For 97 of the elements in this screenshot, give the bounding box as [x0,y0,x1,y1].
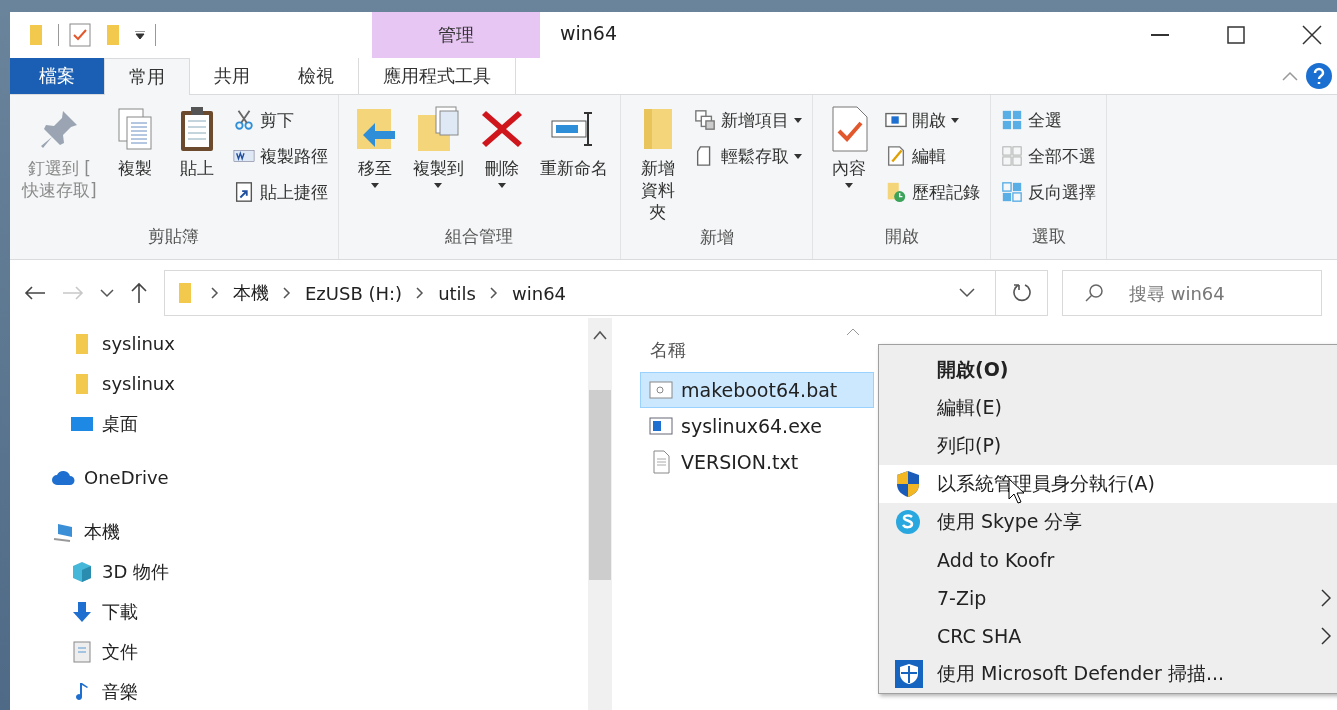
nav-item[interactable]: 下載 [10,592,138,632]
ribbon-button[interactable]: 貼上 [168,103,225,226]
menu-item[interactable]: 使用 Microsoft Defender 掃描... [879,655,1337,693]
caret-icon [794,117,803,123]
ribbon-button[interactable]: 貼上捷徑 [230,177,330,208]
up-arrow-icon[interactable] [130,282,148,305]
group-label: 新增 [698,225,735,249]
download-icon [70,600,94,624]
select-all-icon [1001,109,1024,132]
breadcrumb[interactable]: utils [438,282,476,304]
breadcrumb[interactable]: 本機 [233,281,269,306]
chevron-icon [490,287,498,300]
ribbon-button[interactable]: 剪下 [230,105,330,136]
back-arrow-icon[interactable] [24,285,46,302]
chevron-down-icon[interactable] [100,288,114,299]
scroll-thumb[interactable] [589,390,611,580]
invert-selection-icon [1001,181,1024,204]
file-item[interactable]: syslinux64.exe [640,408,874,444]
menu-item[interactable]: 編輯(E) [879,389,1337,427]
window-title: win64 [559,21,619,46]
window-icon [649,414,673,438]
refresh-button[interactable] [996,270,1048,317]
ribbon-button[interactable]: 複製路徑 [230,141,330,172]
file-item[interactable]: VERSION.txt [640,444,874,480]
history-icon [885,181,908,204]
caret-icon [794,153,803,159]
dropdown-icon[interactable] [135,30,145,39]
maximize-icon[interactable] [1227,25,1245,44]
nav-item[interactable]: OneDrive [10,458,169,498]
skype-icon [895,509,921,535]
caret-icon [434,183,443,189]
close-icon[interactable] [1302,24,1322,45]
ribbon-button[interactable]: 新增資料夾 [628,103,687,226]
ribbon-button[interactable]: 刪除 [473,103,530,226]
cube-icon [70,560,94,584]
column-header[interactable]: 名稱 [640,338,686,362]
shield-icon [895,470,921,498]
new-item-icon [694,109,717,132]
ribbon-button[interactable]: 複製到 [408,103,468,226]
breadcrumb[interactable]: EzUSB (H:) [305,282,403,304]
group-label: 開啟 [883,225,920,249]
ribbon-button[interactable]: 重新命名 [535,103,612,226]
nav-item[interactable]: 文件 [10,632,138,672]
menu-item[interactable]: 開啟(O) [879,351,1337,389]
menu-item[interactable]: 列印(P) [879,427,1337,465]
ribbon-button[interactable]: 反向選擇 [999,177,1099,208]
ribbon-tab[interactable]: 常用 [104,57,190,96]
ribbon-button[interactable]: 全部不選 [999,141,1099,172]
nav-item[interactable]: 本機 [10,512,120,552]
checkmark-document-icon[interactable] [69,22,91,47]
address-bar[interactable]: 本機 EzUSB (H:) utils win64 [164,270,996,317]
ribbon-button[interactable]: 移至 [346,103,403,226]
ribbon-button[interactable]: 複製 [106,103,163,226]
ribbon-button[interactable]: 歷程記錄 [883,177,983,208]
dropdown-icon[interactable] [959,288,975,299]
ribbon-button[interactable]: 全選 [999,105,1099,136]
file-item[interactable]: makeboot64.bat [640,372,874,408]
caret-icon [497,183,506,189]
chevron-icon [283,287,291,300]
search-icon [1084,283,1104,304]
caret-icon [370,183,379,189]
select-none-icon [1001,145,1024,168]
minimize-icon[interactable] [1151,33,1169,36]
nav-item[interactable]: syslinux [10,324,175,364]
scissors-icon [232,109,255,132]
menu-item[interactable]: 7-Zip [879,579,1337,617]
collapse-icon[interactable] [1282,71,1298,82]
shield-icon [895,660,923,688]
ribbon-tab[interactable]: 應用程式工具 [358,57,516,95]
ribbon-button[interactable]: 編輯 [883,141,983,172]
nav-item[interactable]: 桌面 [10,404,138,444]
chevron-icon [416,287,425,300]
ribbon-button[interactable]: 新增項目 [692,105,805,136]
document-icon [70,640,94,664]
group-label: 剪貼簿 [147,225,201,249]
tab-group-header: 管理 [372,12,540,58]
menu-item[interactable]: CRC SHA [879,617,1337,655]
nav-item[interactable]: 音樂 [10,672,138,710]
scroll-up-icon[interactable] [593,330,607,340]
scrollbar[interactable] [588,318,612,710]
nav-item[interactable]: syslinux [10,364,175,404]
caret-icon [845,183,854,189]
menu-item[interactable]: Add to Koofr [879,541,1337,579]
ribbon-button[interactable]: 輕鬆存取 [692,141,805,172]
menu-item[interactable]: 使用 Skype 分享 [879,503,1337,541]
group-label: 組合管理 [444,225,515,249]
nav-item[interactable]: 3D 物件 [10,552,170,592]
ribbon-tab[interactable]: 檔案 [10,57,104,95]
ribbon-button[interactable]: 內容 [821,103,878,226]
breadcrumb[interactable]: win64 [512,282,567,304]
sort-icon [846,328,860,336]
ribbon-button[interactable]: 開啟 [883,105,983,136]
group-label: 選取 [1030,225,1067,249]
search-field[interactable]: 搜尋 win64 [1062,270,1322,317]
help-icon[interactable] [1306,63,1332,90]
chevron-icon [211,287,219,300]
caret-icon [951,117,960,123]
